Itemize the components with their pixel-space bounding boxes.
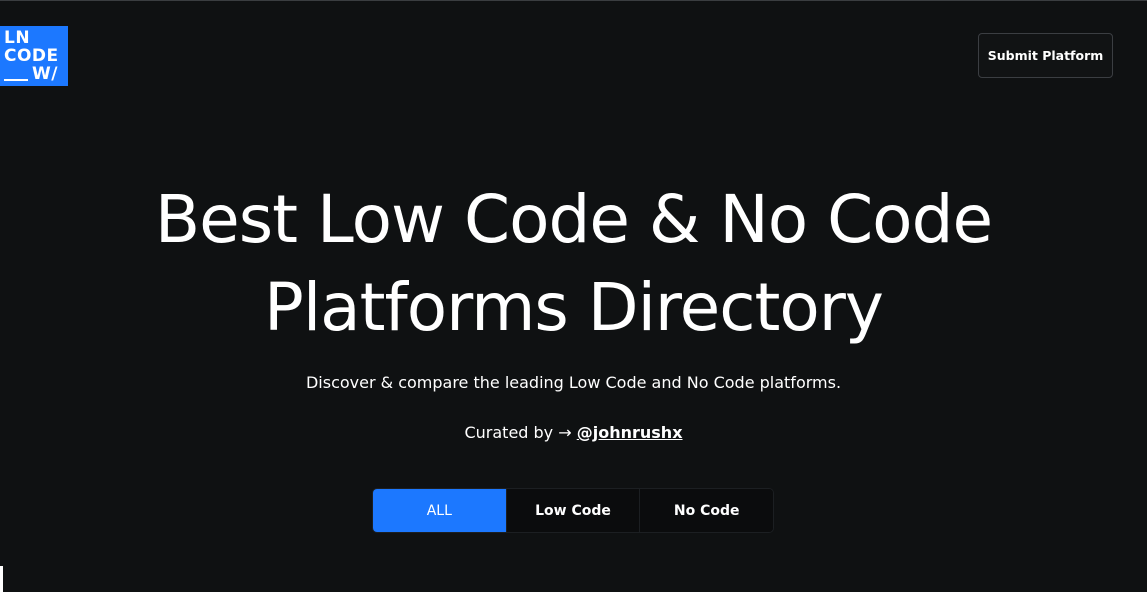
site-logo[interactable]: LN CODE W/ <box>0 26 68 86</box>
logo-line-3: W/ <box>4 65 68 83</box>
page-edge-marker <box>0 566 3 592</box>
tab-no-code[interactable]: No Code <box>640 489 773 532</box>
hero-subtitle: Discover & compare the leading Low Code … <box>305 373 842 392</box>
page-title: Best Low Code & No Code Platforms Direct… <box>0 176 1147 352</box>
submit-platform-button[interactable]: Submit Platform <box>978 33 1113 78</box>
logo-underline <box>4 65 28 81</box>
curated-prefix: Curated by → <box>464 423 577 442</box>
logo-line-3-text: W/ <box>32 64 58 84</box>
logo-line-1: LN <box>4 28 31 48</box>
category-tabs: ALL Low Code No Code <box>372 488 774 533</box>
logo-line-2: CODE <box>4 46 59 66</box>
curated-by: Curated by → @johnrushx <box>0 422 1147 444</box>
curator-link[interactable]: @johnrushx <box>577 423 683 442</box>
page-title-line-2: Platforms Directory <box>264 269 884 346</box>
page-title-line-1: Best Low Code & No Code <box>154 181 993 258</box>
top-border <box>0 0 1147 1</box>
tab-all[interactable]: ALL <box>373 489 507 532</box>
tab-low-code[interactable]: Low Code <box>506 489 641 532</box>
